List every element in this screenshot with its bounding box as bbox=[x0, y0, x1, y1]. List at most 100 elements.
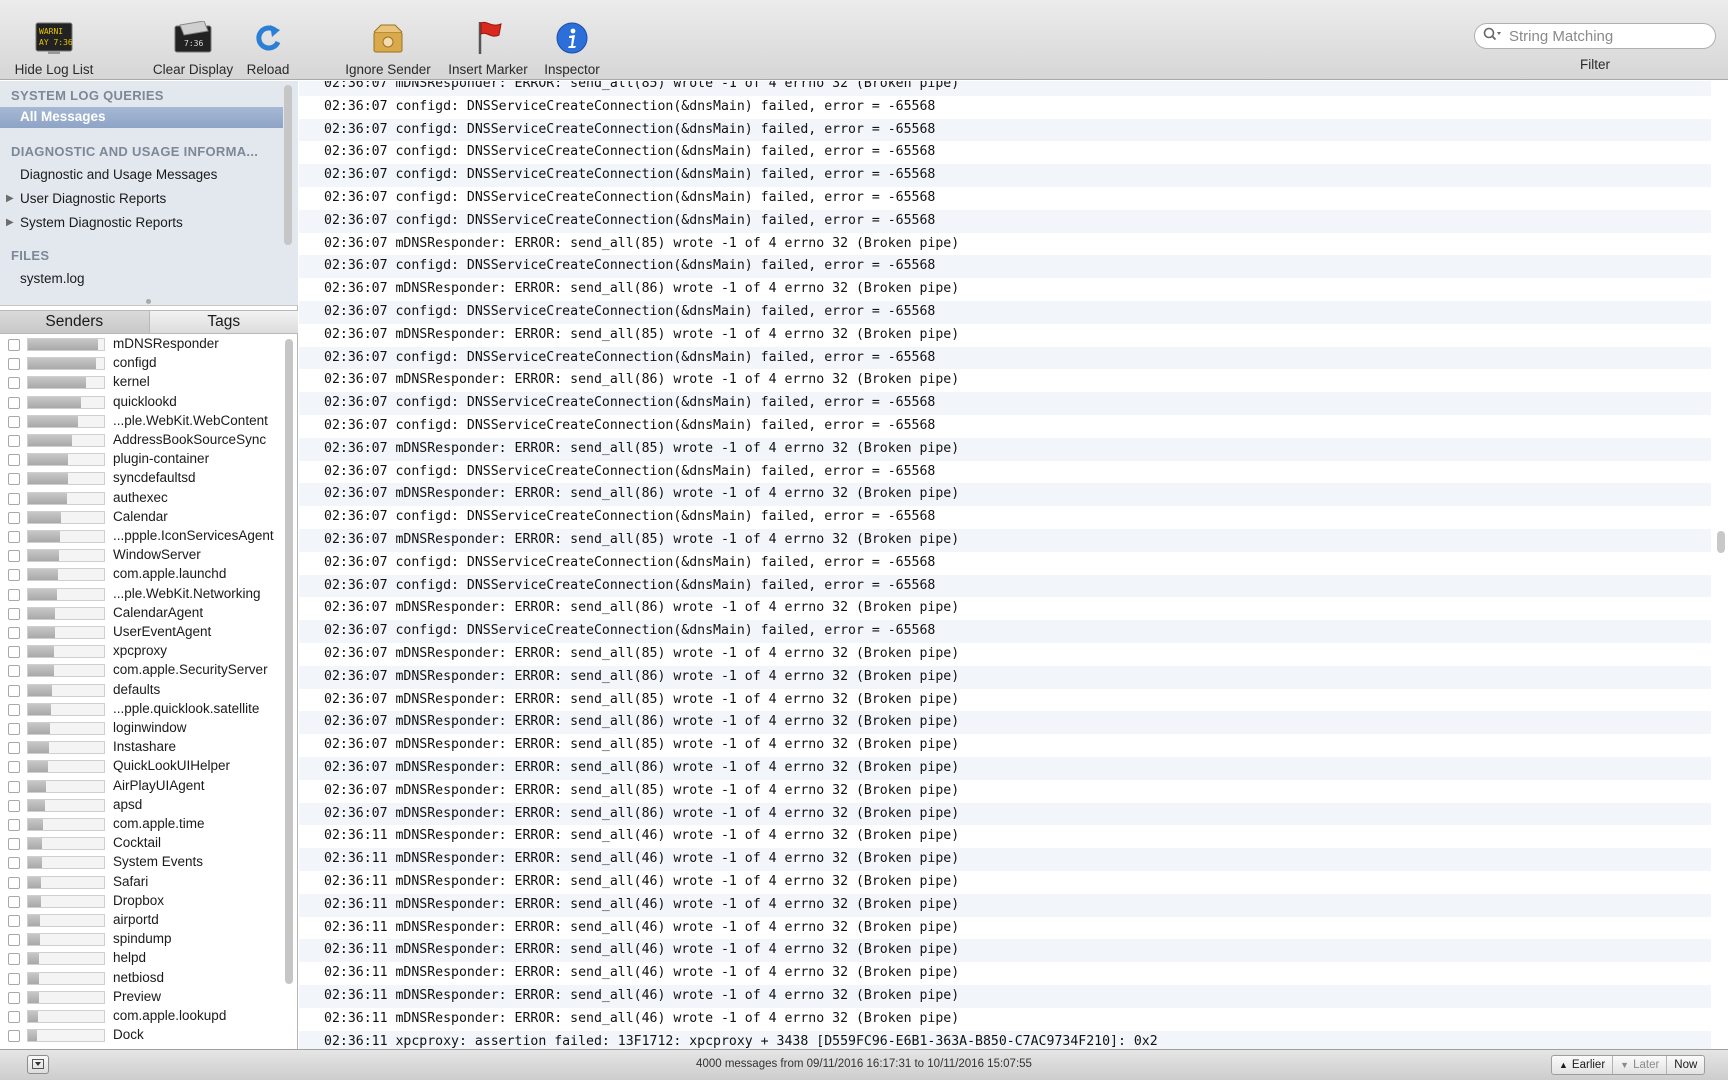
inspector-button[interactable]: Inspector bbox=[540, 0, 604, 80]
log-row[interactable]: 02:36:07 configd: DNSServiceCreateConnec… bbox=[299, 255, 1711, 279]
sender-checkbox[interactable] bbox=[8, 703, 20, 716]
log-row[interactable]: 02:36:07 mDNSResponder: ERROR: send_all(… bbox=[299, 665, 1711, 689]
sidebar-item-system-log[interactable]: system.log bbox=[20, 271, 85, 286]
log-row[interactable]: 02:36:07 mDNSResponder: ERROR: send_all(… bbox=[299, 81, 1711, 96]
sender-checkbox[interactable] bbox=[8, 799, 20, 812]
sender-checkbox[interactable] bbox=[8, 684, 20, 697]
tab-tags[interactable]: Tags bbox=[148, 311, 298, 333]
sender-checkbox[interactable] bbox=[8, 934, 20, 947]
log-row[interactable]: 02:36:07 configd: DNSServiceCreateConnec… bbox=[299, 461, 1711, 484]
log-row[interactable]: 02:36:11 mDNSResponder: ERROR: send_all(… bbox=[299, 871, 1711, 894]
sender-row[interactable]: Instashare bbox=[0, 738, 284, 757]
sender-checkbox[interactable] bbox=[8, 723, 20, 735]
log-row[interactable]: 02:36:07 mDNSResponder: ERROR: send_all(… bbox=[299, 529, 1711, 552]
sender-checkbox[interactable] bbox=[8, 607, 20, 620]
sender-checkbox[interactable] bbox=[8, 569, 20, 582]
hide-log-list-button[interactable]: WARNI AY 7:36 Hide Log List bbox=[12, 0, 96, 80]
sender-checkbox[interactable] bbox=[8, 588, 20, 601]
log-row[interactable]: 02:36:11 mDNSResponder: ERROR: send_all(… bbox=[299, 893, 1711, 917]
sender-row[interactable]: System Events bbox=[0, 853, 284, 872]
disclosure-triangle-icon[interactable]: ▶ bbox=[6, 193, 14, 204]
sender-checkbox[interactable] bbox=[8, 396, 20, 409]
reload-button[interactable]: Reload bbox=[244, 0, 292, 80]
sender-checkbox[interactable] bbox=[8, 377, 20, 390]
sender-checkbox[interactable] bbox=[8, 991, 20, 1004]
sender-row[interactable]: airportd bbox=[0, 911, 284, 930]
sender-row[interactable]: QuickLookUIHelper bbox=[0, 757, 284, 776]
clear-display-button[interactable]: 7:36 Clear Display bbox=[148, 0, 238, 80]
log-row[interactable]: 02:36:07 mDNSResponder: ERROR: send_all(… bbox=[299, 711, 1711, 735]
log-row[interactable]: 02:36:07 configd: DNSServiceCreateConnec… bbox=[299, 392, 1711, 415]
log-row[interactable]: 02:36:07 mDNSResponder: ERROR: send_all(… bbox=[299, 802, 1711, 826]
later-button[interactable]: ▼ Later bbox=[1612, 1056, 1666, 1074]
sender-row[interactable]: UserEventAgent bbox=[0, 623, 284, 642]
sender-row[interactable]: netbiosd bbox=[0, 969, 284, 988]
sender-checkbox[interactable] bbox=[8, 339, 20, 351]
log-row[interactable]: 02:36:11 mDNSResponder: ERROR: send_all(… bbox=[299, 962, 1711, 985]
log-row[interactable]: 02:36:07 configd: DNSServiceCreateConnec… bbox=[299, 118, 1711, 142]
sender-checkbox[interactable] bbox=[8, 492, 20, 505]
log-row[interactable]: 02:36:07 configd: DNSServiceCreateConnec… bbox=[299, 552, 1711, 575]
sender-checkbox[interactable] bbox=[8, 1011, 20, 1023]
sender-checkbox[interactable] bbox=[8, 435, 20, 447]
now-button[interactable]: Now bbox=[1666, 1056, 1704, 1074]
source-list-scrollbar[interactable] bbox=[284, 85, 292, 245]
sidebar-item-all-messages[interactable]: All Messages bbox=[0, 107, 283, 128]
sender-checkbox[interactable] bbox=[8, 531, 20, 543]
log-row[interactable]: 02:36:07 mDNSResponder: ERROR: send_all(… bbox=[299, 643, 1711, 666]
log-row[interactable]: 02:36:07 mDNSResponder: ERROR: send_all(… bbox=[299, 324, 1711, 347]
sender-row[interactable]: Calendar bbox=[0, 508, 284, 527]
log-row[interactable]: 02:36:11 mDNSResponder: ERROR: send_all(… bbox=[299, 939, 1711, 963]
sender-row[interactable]: kernel bbox=[0, 373, 284, 392]
split-handle[interactable] bbox=[0, 298, 298, 306]
log-row[interactable]: 02:36:07 configd: DNSServiceCreateConnec… bbox=[299, 96, 1711, 119]
log-row[interactable]: 02:36:07 mDNSResponder: ERROR: send_all(… bbox=[299, 278, 1711, 301]
sender-checkbox[interactable] bbox=[8, 415, 20, 428]
sender-checkbox[interactable] bbox=[8, 1030, 20, 1043]
sender-checkbox[interactable] bbox=[8, 780, 20, 793]
ignore-sender-button[interactable]: Ignore Sender bbox=[340, 0, 436, 80]
sender-checkbox[interactable] bbox=[8, 857, 20, 870]
log-row[interactable]: 02:36:07 mDNSResponder: ERROR: send_all(… bbox=[299, 757, 1711, 780]
log-row[interactable]: 02:36:07 configd: DNSServiceCreateConnec… bbox=[299, 141, 1711, 164]
sender-row[interactable]: ...ple.WebKit.WebContent bbox=[0, 412, 284, 431]
sender-checkbox[interactable] bbox=[8, 454, 20, 467]
sender-row[interactable]: xpcproxy bbox=[0, 642, 284, 661]
log-row[interactable]: 02:36:07 configd: DNSServiceCreateConnec… bbox=[299, 415, 1711, 438]
log-row[interactable]: 02:36:07 mDNSResponder: ERROR: send_all(… bbox=[299, 780, 1711, 803]
sidebar-item-user-diagnostic-reports[interactable]: User Diagnostic Reports bbox=[20, 191, 166, 206]
sender-row[interactable]: Dropbox bbox=[0, 892, 284, 911]
log-scrollbar[interactable] bbox=[1717, 531, 1725, 553]
sender-row[interactable]: apsd bbox=[0, 796, 284, 815]
senders-scrollbar[interactable] bbox=[285, 339, 293, 984]
log-row[interactable]: 02:36:11 mDNSResponder: ERROR: send_all(… bbox=[299, 1008, 1711, 1031]
log-row[interactable]: 02:36:07 configd: DNSServiceCreateConnec… bbox=[299, 506, 1711, 529]
sender-row[interactable]: spindump bbox=[0, 930, 284, 949]
log-row[interactable]: 02:36:07 mDNSResponder: ERROR: send_all(… bbox=[299, 689, 1711, 712]
log-row[interactable]: 02:36:11 mDNSResponder: ERROR: send_all(… bbox=[299, 985, 1711, 1008]
sender-row[interactable]: configd bbox=[0, 354, 284, 373]
sender-row[interactable]: com.apple.lookupd bbox=[0, 1007, 284, 1026]
log-row[interactable]: 02:36:11 mDNSResponder: ERROR: send_all(… bbox=[299, 917, 1711, 940]
sender-row[interactable]: Cocktail bbox=[0, 834, 284, 853]
log-row[interactable]: 02:36:07 configd: DNSServiceCreateConnec… bbox=[299, 620, 1711, 643]
log-row[interactable]: 02:36:07 mDNSResponder: ERROR: send_all(… bbox=[299, 597, 1711, 620]
insert-marker-button[interactable]: Insert Marker bbox=[444, 0, 532, 80]
sender-row[interactable]: ...ppple.IconServicesAgent bbox=[0, 527, 284, 546]
log-row[interactable]: 02:36:11 mDNSResponder: ERROR: send_all(… bbox=[299, 825, 1711, 848]
search-field[interactable] bbox=[1474, 23, 1716, 49]
log-row[interactable]: 02:36:07 configd: DNSServiceCreateConnec… bbox=[299, 164, 1711, 187]
sidebar-item-diagnostic-messages[interactable]: Diagnostic and Usage Messages bbox=[20, 167, 217, 182]
log-row[interactable]: 02:36:07 configd: DNSServiceCreateConnec… bbox=[299, 209, 1711, 233]
sender-checkbox[interactable] bbox=[8, 358, 20, 371]
sender-row[interactable]: Safari bbox=[0, 873, 284, 892]
log-row[interactable]: 02:36:11 mDNSResponder: ERROR: send_all(… bbox=[299, 848, 1711, 871]
sender-checkbox[interactable] bbox=[8, 665, 20, 678]
log-row[interactable]: 02:36:07 configd: DNSServiceCreateConnec… bbox=[299, 187, 1711, 210]
sender-checkbox[interactable] bbox=[8, 895, 20, 908]
sender-checkbox[interactable] bbox=[8, 838, 20, 851]
sender-checkbox[interactable] bbox=[8, 761, 20, 774]
sender-row[interactable]: AddressBookSourceSync bbox=[0, 431, 284, 450]
sender-row[interactable]: ...ple.WebKit.Networking bbox=[0, 585, 284, 604]
sender-checkbox[interactable] bbox=[8, 473, 20, 486]
